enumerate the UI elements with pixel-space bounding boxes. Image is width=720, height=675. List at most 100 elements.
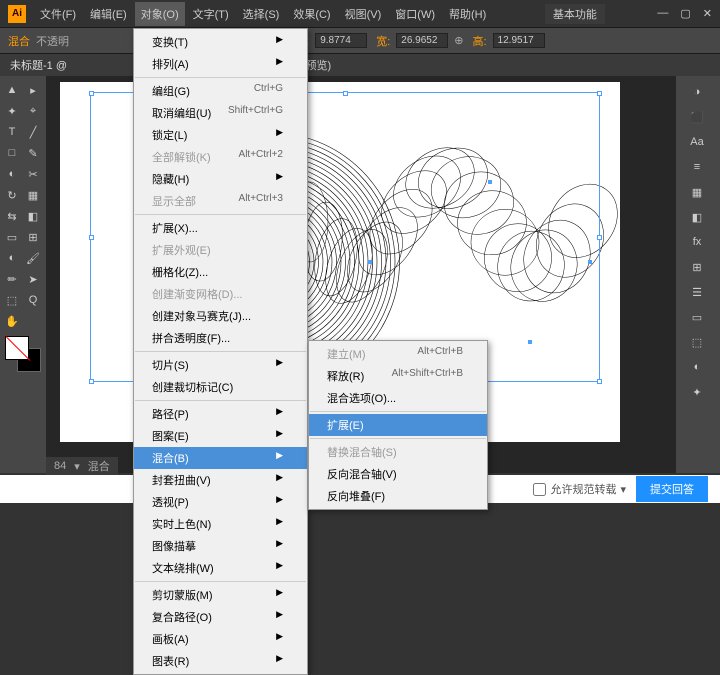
tool-button[interactable]: ▦ <box>23 185 43 205</box>
tool-button[interactable]: ▸ <box>23 80 43 100</box>
tool-button[interactable]: ➤ <box>23 269 43 289</box>
height-label: 高: <box>472 33 486 49</box>
tool-button[interactable]: ▭ <box>2 227 22 247</box>
tool-button[interactable]: ⌖ <box>23 101 43 121</box>
panel-icon[interactable]: ⬚ <box>678 330 716 354</box>
workspace-switcher[interactable]: 基本功能 <box>545 4 605 24</box>
window-controls: — ▢ ✕ <box>657 7 712 20</box>
height-input[interactable]: 12.9517 <box>493 33 545 48</box>
menu-item[interactable]: 变换(T)▶ <box>134 31 307 53</box>
tool-button[interactable]: ✏ <box>2 269 22 289</box>
link-icon[interactable]: ⊕ <box>454 34 463 47</box>
panel-icon[interactable]: ☰ <box>678 280 716 304</box>
tool-button[interactable]: T <box>2 122 22 142</box>
menu-item[interactable]: 路径(P)▶ <box>134 403 307 425</box>
tool-button[interactable]: ✂ <box>23 164 43 184</box>
menu-item[interactable]: 扩展(X)... <box>134 217 307 239</box>
panel-icon[interactable]: ◧ <box>678 205 716 229</box>
tool-button[interactable]: ▲ <box>2 80 22 100</box>
allow-checkbox[interactable] <box>533 483 546 496</box>
tool-button[interactable]: ✎ <box>23 143 43 163</box>
menu-item[interactable]: 封套扭曲(V)▶ <box>134 469 307 491</box>
menu-item[interactable]: 隐藏(H)▶ <box>134 168 307 190</box>
menu-item[interactable]: 反向混合轴(V) <box>309 463 487 485</box>
panel-icon[interactable]: ◐ <box>678 355 716 379</box>
menu-item[interactable]: 图像描摹▶ <box>134 535 307 557</box>
control-bar: 混合 不透明 X:0805 Y:9.8774 宽:26.9652 ⊕ 高:12.… <box>0 28 720 54</box>
tool-button[interactable]: ╱ <box>23 122 43 142</box>
blend-submenu: 建立(M)Alt+Ctrl+B释放(R)Alt+Shift+Ctrl+B混合选项… <box>308 340 488 510</box>
menu-item[interactable]: 取消编组(U)Shift+Ctrl+G <box>134 102 307 124</box>
panel-icon[interactable]: ✦ <box>678 380 716 404</box>
menu-item[interactable]: 混合选项(O)... <box>309 387 487 409</box>
menu-item: 显示全部Alt+Ctrl+3 <box>134 190 307 212</box>
menu-item[interactable]: 画板(A)▶ <box>134 628 307 650</box>
panel-icon[interactable]: ◑ <box>678 80 716 104</box>
menu-item[interactable]: 文字(T) <box>187 2 235 26</box>
menu-item[interactable]: 锁定(L)▶ <box>134 124 307 146</box>
menu-item[interactable]: 切片(S)▶ <box>134 354 307 376</box>
main-menu: 文件(F)编辑(E)对象(O)文字(T)选择(S)效果(C)视图(V)窗口(W)… <box>34 2 492 26</box>
panel-icon[interactable]: Aa <box>678 130 716 154</box>
panel-icon[interactable]: ▦ <box>678 180 716 204</box>
close-icon[interactable]: ✕ <box>703 7 712 20</box>
y-input[interactable]: 9.8774 <box>315 33 367 48</box>
panel-icon[interactable]: ▭ <box>678 305 716 329</box>
zoom-level[interactable]: 84 <box>54 460 66 472</box>
tool-button[interactable]: ⊞ <box>23 227 43 247</box>
submit-button[interactable]: 提交回答 <box>636 476 708 502</box>
menu-item[interactable]: 窗口(W) <box>389 2 441 26</box>
tool-button[interactable]: □ <box>2 143 22 163</box>
status-bar: 84 ▾ 混合 <box>46 457 118 475</box>
menu-item[interactable]: 实时上色(N)▶ <box>134 513 307 535</box>
tool-button[interactable]: ◐ <box>2 248 22 268</box>
tool-button[interactable]: ◧ <box>23 206 43 226</box>
panel-icon[interactable]: ⊞ <box>678 255 716 279</box>
tool-button[interactable]: ⬚ <box>2 290 22 310</box>
document-tab[interactable]: 未标题-1 @ (CMYK/预览) <box>0 54 720 76</box>
menu-item[interactable]: 创建裁切标记(C) <box>134 376 307 398</box>
menu-item[interactable]: 透视(P)▶ <box>134 491 307 513</box>
menu-item[interactable]: 反向堆叠(F) <box>309 485 487 507</box>
app-logo: Ai <box>8 5 26 23</box>
tool-button[interactable]: ↻ <box>2 185 22 205</box>
menu-item[interactable]: 图案(E)▶ <box>134 425 307 447</box>
menu-item[interactable]: 复合路径(O)▶ <box>134 606 307 628</box>
menu-item[interactable]: 编组(G)Ctrl+G <box>134 80 307 102</box>
menu-item[interactable]: 扩展(E) <box>309 414 487 436</box>
tool-button[interactable]: ✦ <box>2 101 22 121</box>
menu-item[interactable]: 拼合透明度(F)... <box>134 327 307 349</box>
menu-item[interactable]: 排列(A)▶ <box>134 53 307 75</box>
panel-icon[interactable]: ⬛ <box>678 105 716 129</box>
menu-item[interactable]: 效果(C) <box>287 2 336 26</box>
maximize-icon[interactable]: ▢ <box>680 7 690 20</box>
minimize-icon[interactable]: — <box>657 7 668 20</box>
tool-button[interactable]: ◐ <box>2 164 22 184</box>
menu-item[interactable]: 剪切蒙版(M)▶ <box>134 584 307 606</box>
menu-item[interactable]: 创建对象马赛克(J)... <box>134 305 307 327</box>
panel-icon[interactable]: ≡ <box>678 155 716 179</box>
blend-label: 混合 <box>8 33 30 49</box>
menu-item[interactable]: 释放(R)Alt+Shift+Ctrl+B <box>309 365 487 387</box>
tool-button[interactable]: ⇆ <box>2 206 22 226</box>
tool-button[interactable]: ✋ <box>2 311 22 331</box>
menu-item[interactable]: 编辑(E) <box>84 2 133 26</box>
tool-button[interactable]: 🖌 <box>23 248 43 268</box>
menu-item: 替换混合轴(S) <box>309 441 487 463</box>
panel-icon[interactable]: fx <box>678 230 716 254</box>
color-swatch[interactable] <box>5 336 41 372</box>
allow-repost[interactable]: 允许规范转载 ▾ <box>533 481 626 497</box>
menu-item[interactable]: 文件(F) <box>34 2 82 26</box>
menu-item[interactable]: 图表(R)▶ <box>134 650 307 672</box>
menu-item[interactable]: 栅格化(Z)... <box>134 261 307 283</box>
menu-item[interactable]: 选择(S) <box>237 2 286 26</box>
tool-button[interactable]: Q <box>23 290 43 310</box>
menu-item[interactable]: 帮助(H) <box>443 2 492 26</box>
menu-item: 扩展外观(E) <box>134 239 307 261</box>
opacity-label: 不透明 <box>36 33 69 49</box>
menu-item[interactable]: 文本绕排(W)▶ <box>134 557 307 579</box>
menu-item[interactable]: 混合(B)▶ <box>134 447 307 469</box>
menu-item[interactable]: 视图(V) <box>339 2 388 26</box>
width-input[interactable]: 26.9652 <box>396 33 448 48</box>
menu-item[interactable]: 对象(O) <box>135 2 185 26</box>
